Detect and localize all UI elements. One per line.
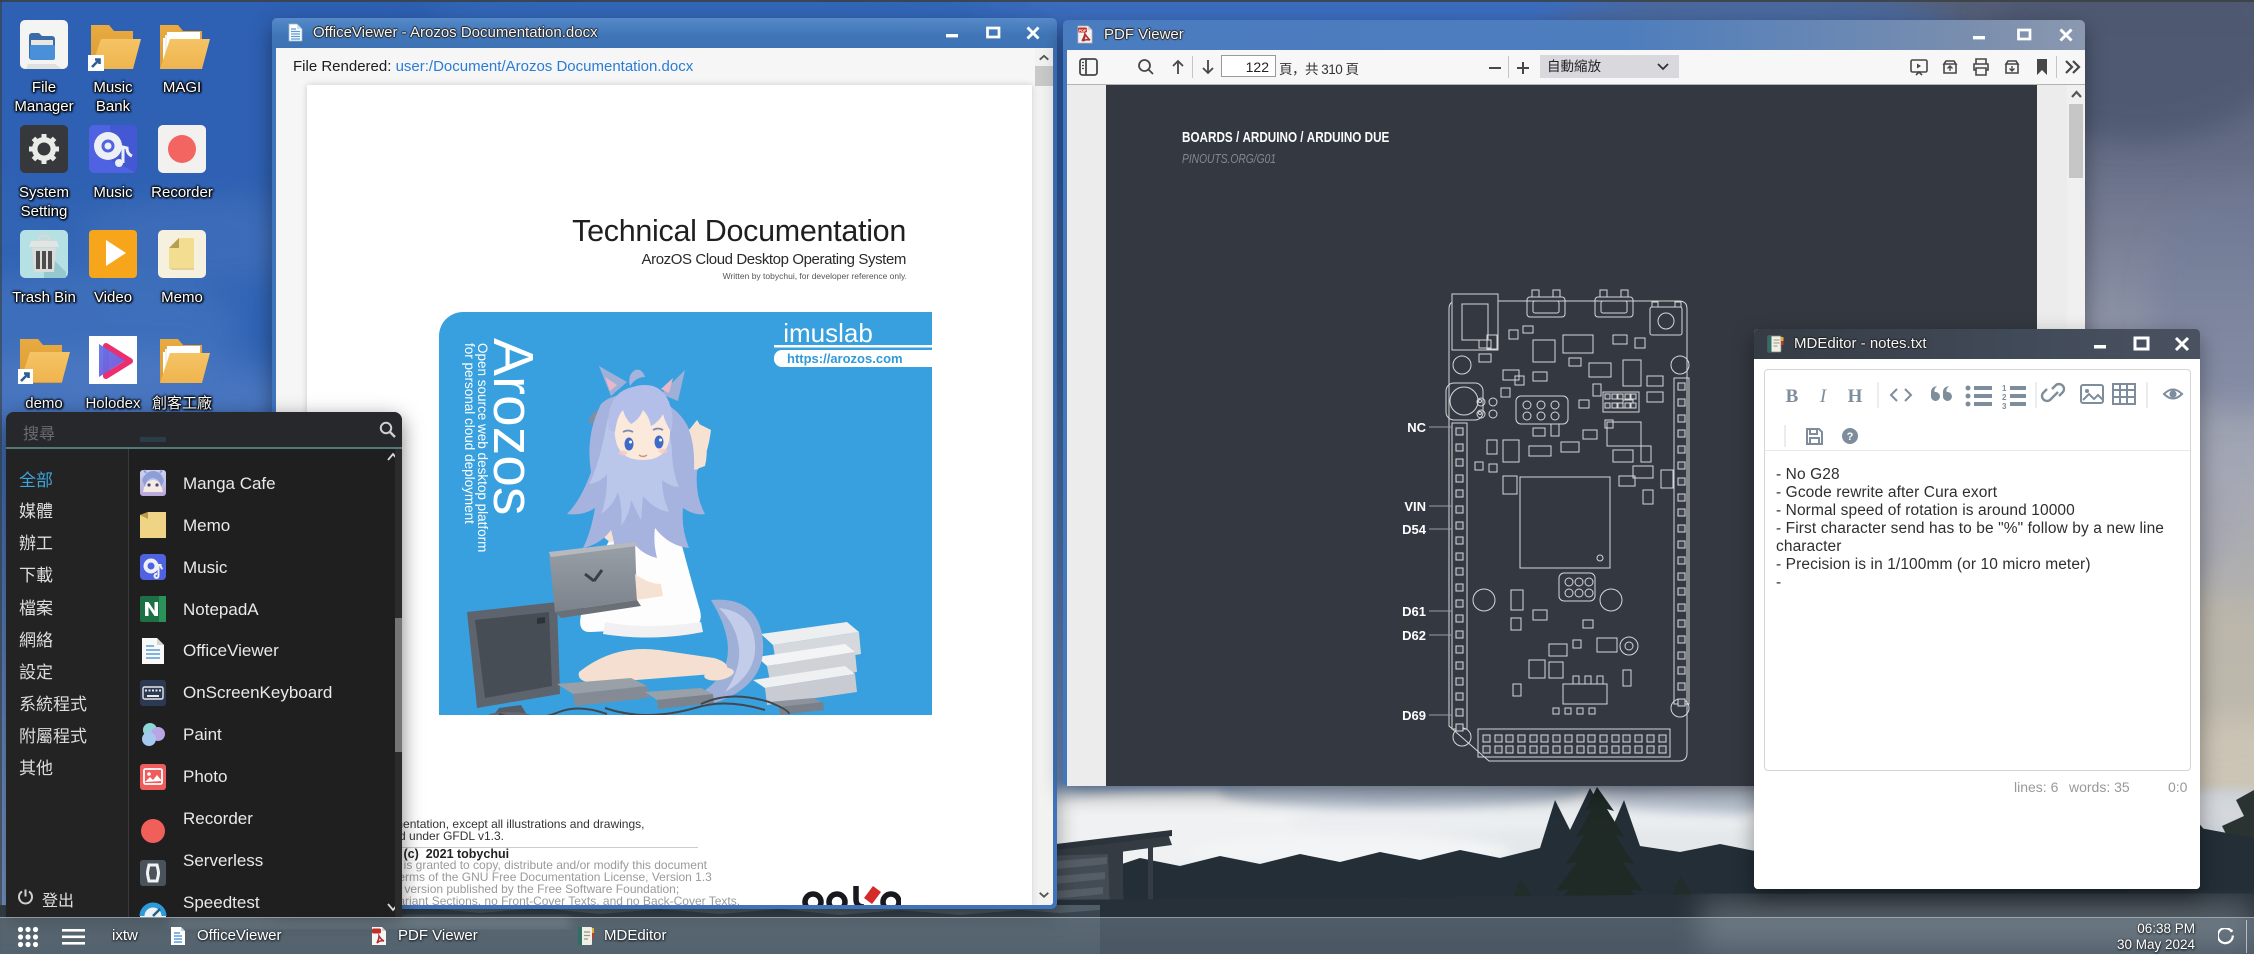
svg-text:1: 1 (2002, 384, 2007, 393)
svg-text:D54: D54 (1402, 522, 1427, 537)
svg-text:D69: D69 (1402, 708, 1426, 723)
svg-text:H: H (1848, 386, 1863, 407)
svg-text:NC: NC (1407, 420, 1426, 435)
svg-text:B: B (1786, 386, 1799, 407)
svg-text:VIN: VIN (1404, 499, 1426, 514)
svg-text:I: I (1819, 386, 1828, 407)
svg-text:D61: D61 (1402, 604, 1426, 619)
svg-text:2: 2 (2002, 393, 2007, 402)
svg-text:PDF: PDF (1079, 28, 1088, 33)
svg-text:imuslab: imuslab (783, 318, 873, 348)
svg-text:for personal cloud deployment: for personal cloud deployment (462, 343, 477, 524)
svg-text:3: 3 (2002, 402, 2007, 411)
svg-text:https://arozos.com: https://arozos.com (787, 351, 903, 366)
svg-text:D62: D62 (1402, 628, 1426, 643)
svg-text:?: ? (1847, 431, 1854, 443)
